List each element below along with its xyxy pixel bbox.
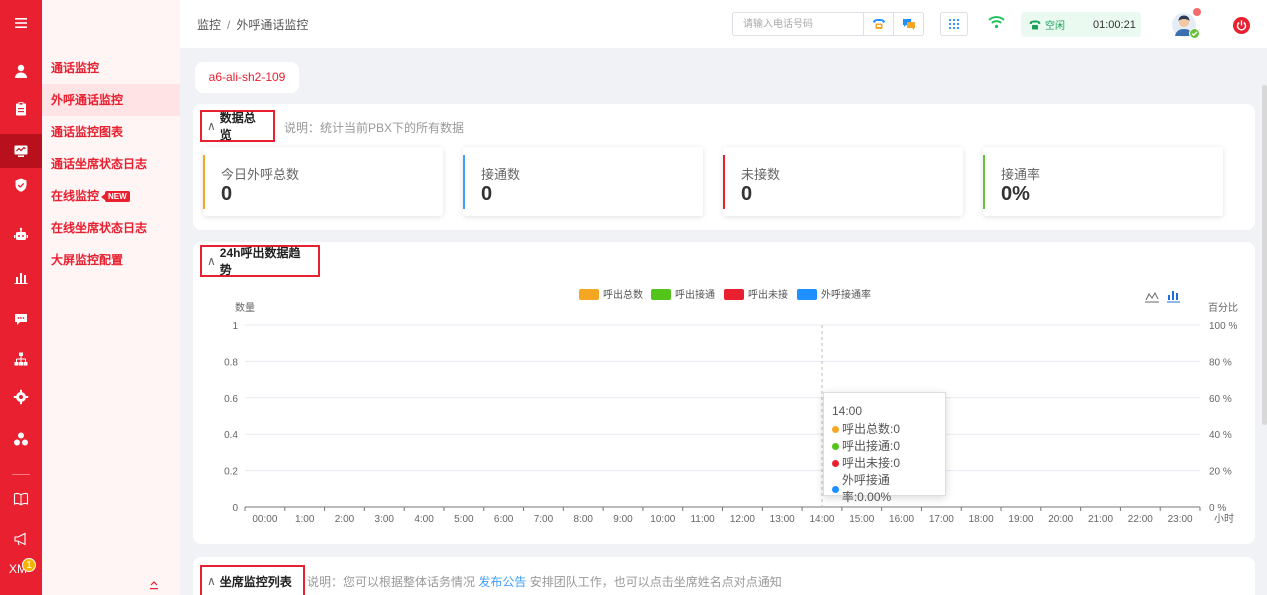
x-tick-label: 5:00	[454, 514, 474, 525]
x-tick-label: 8:00	[573, 514, 593, 525]
y2-tick-label: 100 %	[1209, 321, 1237, 332]
y2-tick-label: 40 %	[1209, 430, 1232, 441]
y-tick-label: 0.4	[224, 430, 238, 441]
y-axis-title: 数量	[235, 301, 255, 314]
x-tick-label: 3:00	[375, 514, 395, 525]
tooltip-row: 呼出接通:0	[832, 438, 937, 455]
bar-chart-toggle-icon[interactable]	[1168, 291, 1178, 300]
x-tick-label: 7:00	[534, 514, 554, 525]
y2-tick-label: 60 %	[1209, 394, 1232, 405]
x-tick-label: 20:00	[1048, 514, 1073, 525]
tooltip-dot	[832, 443, 839, 450]
x-tick-label: 10:00	[650, 514, 675, 525]
x-tick-label: 13:00	[770, 514, 795, 525]
x-axis-unit: 小时	[1214, 513, 1234, 525]
y2-tick-label: 0 %	[1209, 503, 1226, 514]
y2-axis-title: 百分比	[1208, 302, 1238, 314]
y2-tick-label: 80 %	[1209, 357, 1232, 368]
x-tick-label: 21:00	[1088, 514, 1113, 525]
tooltip-dot	[832, 485, 839, 493]
tooltip-row: 外呼接通率:0.00%	[832, 472, 937, 506]
x-tick-label: 18:00	[969, 514, 994, 525]
y-tick-label: 0.6	[224, 394, 238, 405]
x-tick-label: 1:00	[295, 514, 315, 525]
x-tick-label: 12:00	[730, 514, 755, 525]
legend-label: 外呼接通率	[821, 288, 871, 301]
y2-tick-label: 20 %	[1209, 467, 1232, 478]
agents-section-toggle[interactable]: ∧ 坐席监控列表	[200, 565, 305, 595]
legend-swatch	[579, 289, 599, 300]
x-tick-label: 00:00	[252, 514, 277, 525]
x-tick-label: 2:00	[335, 514, 355, 525]
publish-announcement-link[interactable]: 发布公告	[478, 575, 526, 589]
x-tick-label: 4:00	[414, 514, 434, 525]
tooltip-title: 14:00	[832, 404, 863, 418]
x-tick-label: 9:00	[613, 514, 633, 525]
agents-description: 说明：您可以根据整体话务情况 发布公告 安排团队工作，也可以点击坐席姓名点对点通…	[307, 575, 782, 589]
y-tick-label: 0.8	[224, 357, 238, 368]
y-tick-label: 1	[232, 321, 238, 332]
line-chart-toggle-icon[interactable]	[1145, 291, 1159, 301]
trend-chart: 0 0 % 0.2 20 % 0.4 40 % 0.6 60 % 0.8 80 % 1 100 % 00…	[224, 288, 1238, 525]
y-tick-label: 0	[232, 503, 238, 514]
legend-swatch	[651, 289, 671, 300]
x-tick-label: 22:00	[1128, 514, 1153, 525]
x-tick-label: 16:00	[889, 514, 914, 525]
legend-label: 呼出总数	[603, 288, 643, 301]
legend-swatch	[797, 289, 817, 300]
legend-label: 呼出未接	[748, 288, 788, 301]
y-tick-label: 0.2	[224, 467, 238, 478]
chart-tooltip: 14:00 呼出总数:0 呼出接通:0 呼出未接:0 外呼接通率:0.00%	[823, 392, 946, 504]
tooltip-row: 呼出未接:0	[832, 455, 937, 472]
chevron-up-icon: ∧	[207, 574, 216, 588]
x-tick-label: 19:00	[1008, 514, 1033, 525]
x-tick-label: 6:00	[494, 514, 514, 525]
x-tick-label: 17:00	[929, 514, 954, 525]
x-tick-label: 14:00	[809, 514, 834, 525]
tooltip-dot	[832, 426, 839, 433]
tooltip-row: 呼出总数:0	[832, 421, 937, 438]
scrollbar[interactable]	[1262, 85, 1267, 425]
legend-label: 呼出接通	[675, 288, 715, 301]
agents-card: ∧ 坐席监控列表 说明：您可以根据整体话务情况 发布公告 安排团队工作，也可以点击…	[193, 557, 1255, 595]
tooltip-dot	[832, 460, 839, 467]
x-tick-label: 11:00	[690, 514, 715, 525]
x-tick-label: 15:00	[849, 514, 874, 525]
legend-swatch	[724, 289, 744, 300]
x-tick-label: 23:00	[1168, 514, 1193, 525]
